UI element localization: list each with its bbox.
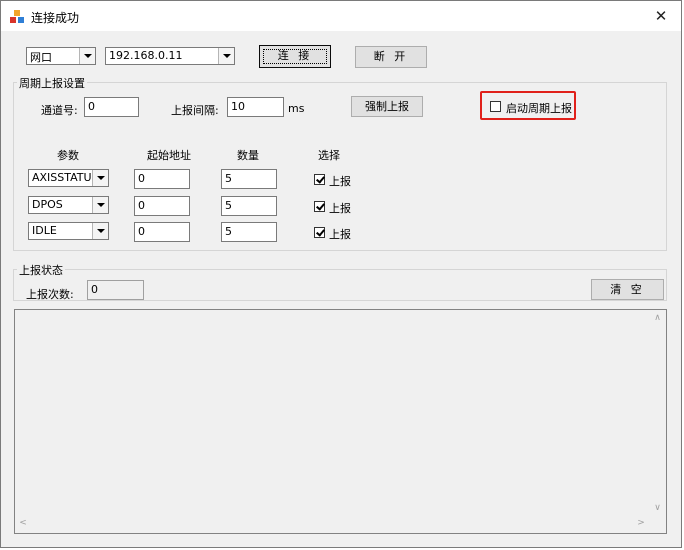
report-count-field: 0 [87, 280, 144, 300]
clear-button[interactable]: 清 空 [591, 279, 664, 300]
table-row-report-label: 上报 [329, 228, 351, 241]
addr-header: 起始地址 [147, 149, 191, 162]
interval-label: 上报间隔: [171, 104, 219, 117]
count-header: 数量 [237, 149, 259, 162]
table-row-report-checkbox[interactable] [314, 227, 325, 238]
table-row-addr-input[interactable]: 0 [134, 222, 190, 242]
disconnect-button[interactable]: 断 开 [355, 46, 427, 68]
report-log-area[interactable]: ∧ ∨ < > [14, 309, 667, 534]
table-row-report-checkbox[interactable] [314, 201, 325, 212]
channel-input[interactable]: 0 [84, 97, 139, 117]
interval-input[interactable]: 10 [227, 97, 284, 117]
status-group-label: 上报状态 [17, 262, 65, 278]
app-icon [10, 10, 24, 23]
report-count-label: 上报次数: [26, 288, 74, 301]
ip-address-select[interactable]: 192.168.0.11 [105, 47, 235, 65]
chevron-down-icon [218, 48, 234, 64]
chevron-down-icon [92, 170, 108, 186]
enable-periodic-checkbox[interactable]: 启动周期上报 [490, 100, 572, 115]
interval-unit: ms [288, 102, 305, 115]
title-bar[interactable]: 连接成功 ✕ [1, 1, 681, 31]
chevron-down-icon [79, 48, 95, 64]
chevron-down-icon [92, 197, 108, 213]
scroll-down-icon[interactable]: ∨ [649, 503, 666, 513]
window-title: 连接成功 [31, 11, 80, 25]
table-row-report-label: 上报 [329, 175, 351, 188]
table-row-addr-input[interactable]: 0 [134, 196, 190, 216]
table-row-param-select[interactable]: IDLE [28, 222, 109, 240]
select-header: 选择 [318, 149, 340, 162]
chevron-down-icon [92, 223, 108, 239]
connect-button[interactable]: 连 接 [259, 45, 331, 68]
channel-label: 通道号: [41, 104, 78, 117]
table-row-param-select[interactable]: DPOS [28, 196, 109, 214]
force-report-button[interactable]: 强制上报 [351, 96, 423, 117]
table-row-count-input[interactable]: 5 [221, 222, 277, 242]
dialog-window: 连接成功 ✕ 网口 192.168.0.11 连 接 断 开 周期上报设置 通道… [0, 0, 682, 548]
close-icon: ✕ [654, 7, 668, 25]
scroll-left-icon[interactable]: < [17, 518, 29, 528]
scroll-up-icon[interactable]: ∧ [649, 313, 666, 323]
close-button[interactable]: ✕ [641, 1, 681, 31]
table-row-count-input[interactable]: 5 [221, 169, 277, 189]
table-row-addr-input[interactable]: 0 [134, 169, 190, 189]
enable-periodic-check[interactable] [490, 101, 501, 112]
table-row-report-checkbox[interactable] [314, 174, 325, 185]
periodic-group-label: 周期上报设置 [17, 75, 87, 91]
enable-periodic-label: 启动周期上报 [506, 102, 572, 115]
table-row-count-input[interactable]: 5 [221, 196, 277, 216]
connection-type-select[interactable]: 网口 [26, 47, 96, 65]
param-header: 参数 [57, 149, 79, 162]
vertical-scrollbar[interactable]: ∧ ∨ [649, 310, 666, 516]
scroll-right-icon[interactable]: > [635, 518, 647, 528]
horizontal-scrollbar[interactable]: < > [15, 516, 649, 533]
table-row-report-label: 上报 [329, 202, 351, 215]
table-row-param-select[interactable]: AXISSTATUS [28, 169, 109, 187]
